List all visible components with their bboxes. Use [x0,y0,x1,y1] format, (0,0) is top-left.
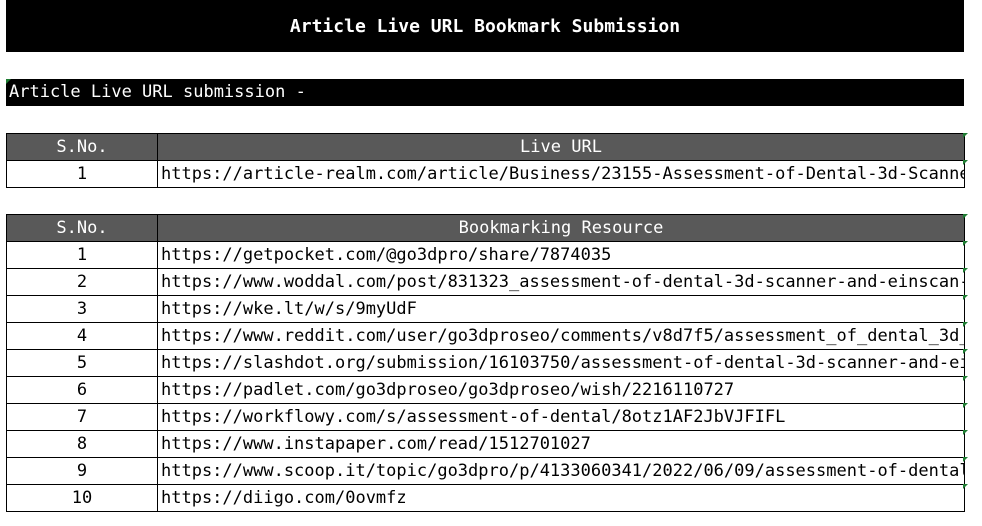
table-row: 3 https://wke.lt/w/s/9myUdF [6,295,965,323]
cell-marker-icon [963,457,968,462]
row-number: 4 [6,322,158,350]
table-row: 7 https://workflowy.com/s/assessment-of-… [6,403,965,431]
table-row: 2 https://www.woddal.com/post/831323_ass… [6,268,965,296]
row-number: 1 [6,160,158,188]
bookmark-url-cell[interactable]: https://slashdot.org/submission/16103750… [157,349,965,377]
table-row: 1 https://article-realm.com/article/Busi… [6,160,965,188]
table-header-row: S.No. Bookmarking Resource [6,214,965,242]
cell-marker-icon [963,322,968,327]
bookmark-url-cell[interactable]: https://padlet.com/go3dproseo/go3dproseo… [157,376,965,404]
cell-marker-icon [6,79,11,84]
row-number: 5 [6,349,158,377]
bookmark-url-cell[interactable]: https://www.scoop.it/topic/go3dpro/p/413… [157,457,965,485]
cell-marker-icon [963,214,968,219]
page-title: Article Live URL Bookmark Submission [6,0,964,52]
row-number: 2 [6,268,158,296]
live-url-table: S.No. Live URL 1 https://article-realm.c… [6,133,965,188]
table-row: 9 https://www.scoop.it/topic/go3dpro/p/4… [6,457,965,485]
table-row: 5 https://slashdot.org/submission/161037… [6,349,965,377]
cell-marker-icon [963,133,968,138]
table-row: 4 https://www.reddit.com/user/go3dproseo… [6,322,965,350]
header-live-url: Live URL [157,133,965,161]
bookmark-url-cell[interactable]: https://getpocket.com/@go3dpro/share/787… [157,241,965,269]
live-url-cell[interactable]: https://article-realm.com/article/Busine… [157,160,965,188]
section-subtitle: Article Live URL submission - [6,79,964,106]
bookmark-url-cell[interactable]: https://www.woddal.com/post/831323_asses… [157,268,965,296]
row-number: 7 [6,403,158,431]
bookmark-url-cell[interactable]: https://diigo.com/0ovmfz [157,484,965,512]
bookmark-url-cell[interactable]: https://www.reddit.com/user/go3dproseo/c… [157,322,965,350]
row-number: 8 [6,430,158,458]
cell-marker-icon [963,268,968,273]
table-row: 8 https://www.instapaper.com/read/151270… [6,430,965,458]
cell-marker-icon [963,241,968,246]
table-row: 10 https://diigo.com/0ovmfz [6,484,965,512]
row-number: 10 [6,484,158,512]
row-number: 9 [6,457,158,485]
cell-marker-icon [963,376,968,381]
table-row: 6 https://padlet.com/go3dproseo/go3dpros… [6,376,965,404]
bookmark-url-cell[interactable]: https://wke.lt/w/s/9myUdF [157,295,965,323]
cell-marker-icon [963,403,968,408]
table-header-row: S.No. Live URL [6,133,965,161]
header-serial-number: S.No. [6,214,158,242]
row-number: 6 [6,376,158,404]
table-row: 1 https://getpocket.com/@go3dpro/share/7… [6,241,965,269]
cell-marker-icon [963,430,968,435]
row-number: 3 [6,295,158,323]
header-bookmarking-resource: Bookmarking Resource [157,214,965,242]
bookmark-url-cell[interactable]: https://workflowy.com/s/assessment-of-de… [157,403,965,431]
cell-marker-icon [963,160,968,165]
cell-marker-icon [963,484,968,489]
row-number: 1 [6,241,158,269]
cell-marker-icon [963,295,968,300]
header-serial-number: S.No. [6,133,158,161]
cell-marker-icon [963,349,968,354]
bookmark-table: S.No. Bookmarking Resource 1 https://get… [6,214,965,512]
bookmark-url-cell[interactable]: https://www.instapaper.com/read/15127010… [157,430,965,458]
